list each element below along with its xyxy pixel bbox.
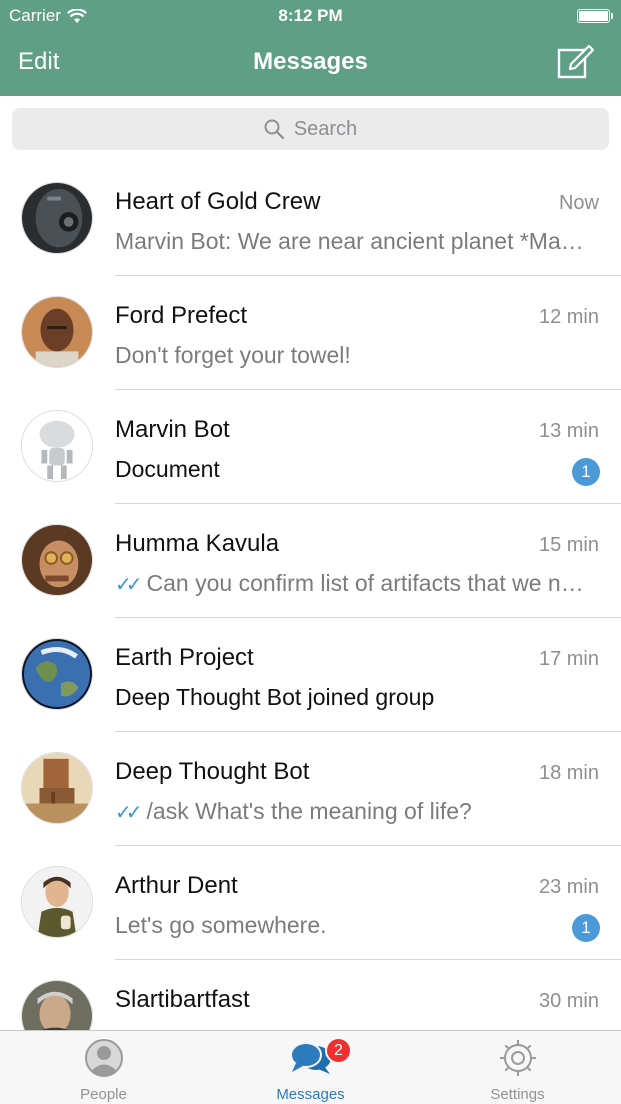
chat-name: Slartibartfast [115, 986, 250, 1013]
chat-preview: Let's go somewhere. [115, 912, 327, 938]
chat-row[interactable]: Marvin Bot 13 min Document 1 [0, 390, 621, 504]
unread-badge: 1 [572, 458, 600, 486]
tab-label: Settings [490, 1086, 545, 1103]
search-icon [264, 119, 284, 139]
chat-time: 23 min [538, 876, 599, 898]
gear-icon [500, 1040, 536, 1076]
read-checkmark-icon: ✓✓ [115, 574, 142, 596]
battery-icon [577, 9, 613, 23]
avatar [21, 866, 93, 938]
avatar [21, 296, 93, 368]
chat-name: Arthur Dent [115, 872, 238, 899]
chat-name: Humma Kavula [115, 530, 280, 557]
chat-row[interactable]: Humma Kavula 15 min ✓✓ Can you confirm li… [0, 504, 621, 618]
avatar [21, 980, 93, 1030]
chat-time: 30 min [538, 990, 599, 1012]
person-icon [85, 1039, 123, 1077]
chat-preview: ✓✓/ask What's the meaning of life? [115, 798, 595, 825]
chat-time: Now [558, 192, 599, 214]
tab-messages[interactable]: 2 Messages [207, 1031, 414, 1104]
chat-row[interactable]: Deep Thought Bot 18 min ✓✓/ask What's th… [0, 732, 621, 846]
page-title: Messages [253, 48, 368, 75]
compose-icon[interactable] [557, 42, 595, 80]
search-bar: Search [0, 96, 621, 162]
chat-name: Earth Project [115, 644, 254, 671]
chat-preview: Document [115, 456, 220, 482]
chat-time: 17 min [538, 648, 599, 670]
chat-row[interactable]: Heart of Gold Crew Now Marvin Bot: We ar… [0, 162, 621, 276]
chat-name: Deep Thought Bot [115, 758, 310, 785]
chat-time: 12 min [538, 306, 599, 328]
chat-row[interactable]: Earth Project 17 min Deep Thought Bot jo… [0, 618, 621, 732]
tab-label: Messages [276, 1086, 345, 1103]
chat-time: 15 min [538, 534, 599, 556]
chat-row[interactable]: Ford Prefect 12 min Don't forget your to… [0, 276, 621, 390]
avatar [21, 410, 93, 482]
tab-people[interactable]: People [0, 1031, 207, 1104]
chat-preview-text: Can you confirm list of artifacts that w… [146, 570, 595, 596]
search-placeholder: Search [293, 117, 358, 140]
tab-bar: People 2 Messages Settings [0, 1030, 621, 1104]
chat-name: Ford Prefect [115, 302, 248, 329]
navigation-header: Carrier 8:12 PM Edit Messages [0, 0, 621, 96]
chat-time: 13 min [538, 420, 599, 442]
chat-preview: ✓✓ Can you confirm list of artifacts that… [115, 570, 595, 597]
chat-preview: Deep Thought Bot joined group [115, 684, 435, 710]
search-input[interactable]: Search [12, 108, 609, 150]
edit-button[interactable]: Edit [18, 48, 59, 76]
chat-row[interactable]: Slartibartfast 30 min [0, 960, 621, 1030]
tab-badge: 2 [325, 1037, 352, 1064]
chat-preview-text: /ask What's the meaning of life? [146, 798, 472, 824]
read-checkmark-icon: ✓✓ [115, 802, 142, 824]
unread-badge: 1 [572, 914, 600, 942]
status-bar: Carrier 8:12 PM [0, 0, 621, 32]
chat-time: 18 min [538, 762, 599, 784]
tab-label: People [80, 1086, 127, 1103]
chat-preview: Marvin Bot: We are near ancient planet *… [115, 228, 595, 254]
tab-settings[interactable]: Settings [414, 1031, 621, 1104]
status-time: 8:12 PM [278, 6, 343, 25]
avatar [21, 638, 93, 710]
avatar [21, 524, 93, 596]
chat-preview: Don't forget your towel! [115, 342, 351, 368]
chat-list: Heart of Gold Crew Now Marvin Bot: We ar… [0, 162, 621, 1030]
chat-name: Marvin Bot [115, 416, 230, 443]
chat-name: Heart of Gold Crew [115, 188, 321, 215]
avatar [21, 752, 93, 824]
avatar [21, 182, 93, 254]
chat-row[interactable]: Arthur Dent 23 min Let's go somewhere. 1 [0, 846, 621, 960]
